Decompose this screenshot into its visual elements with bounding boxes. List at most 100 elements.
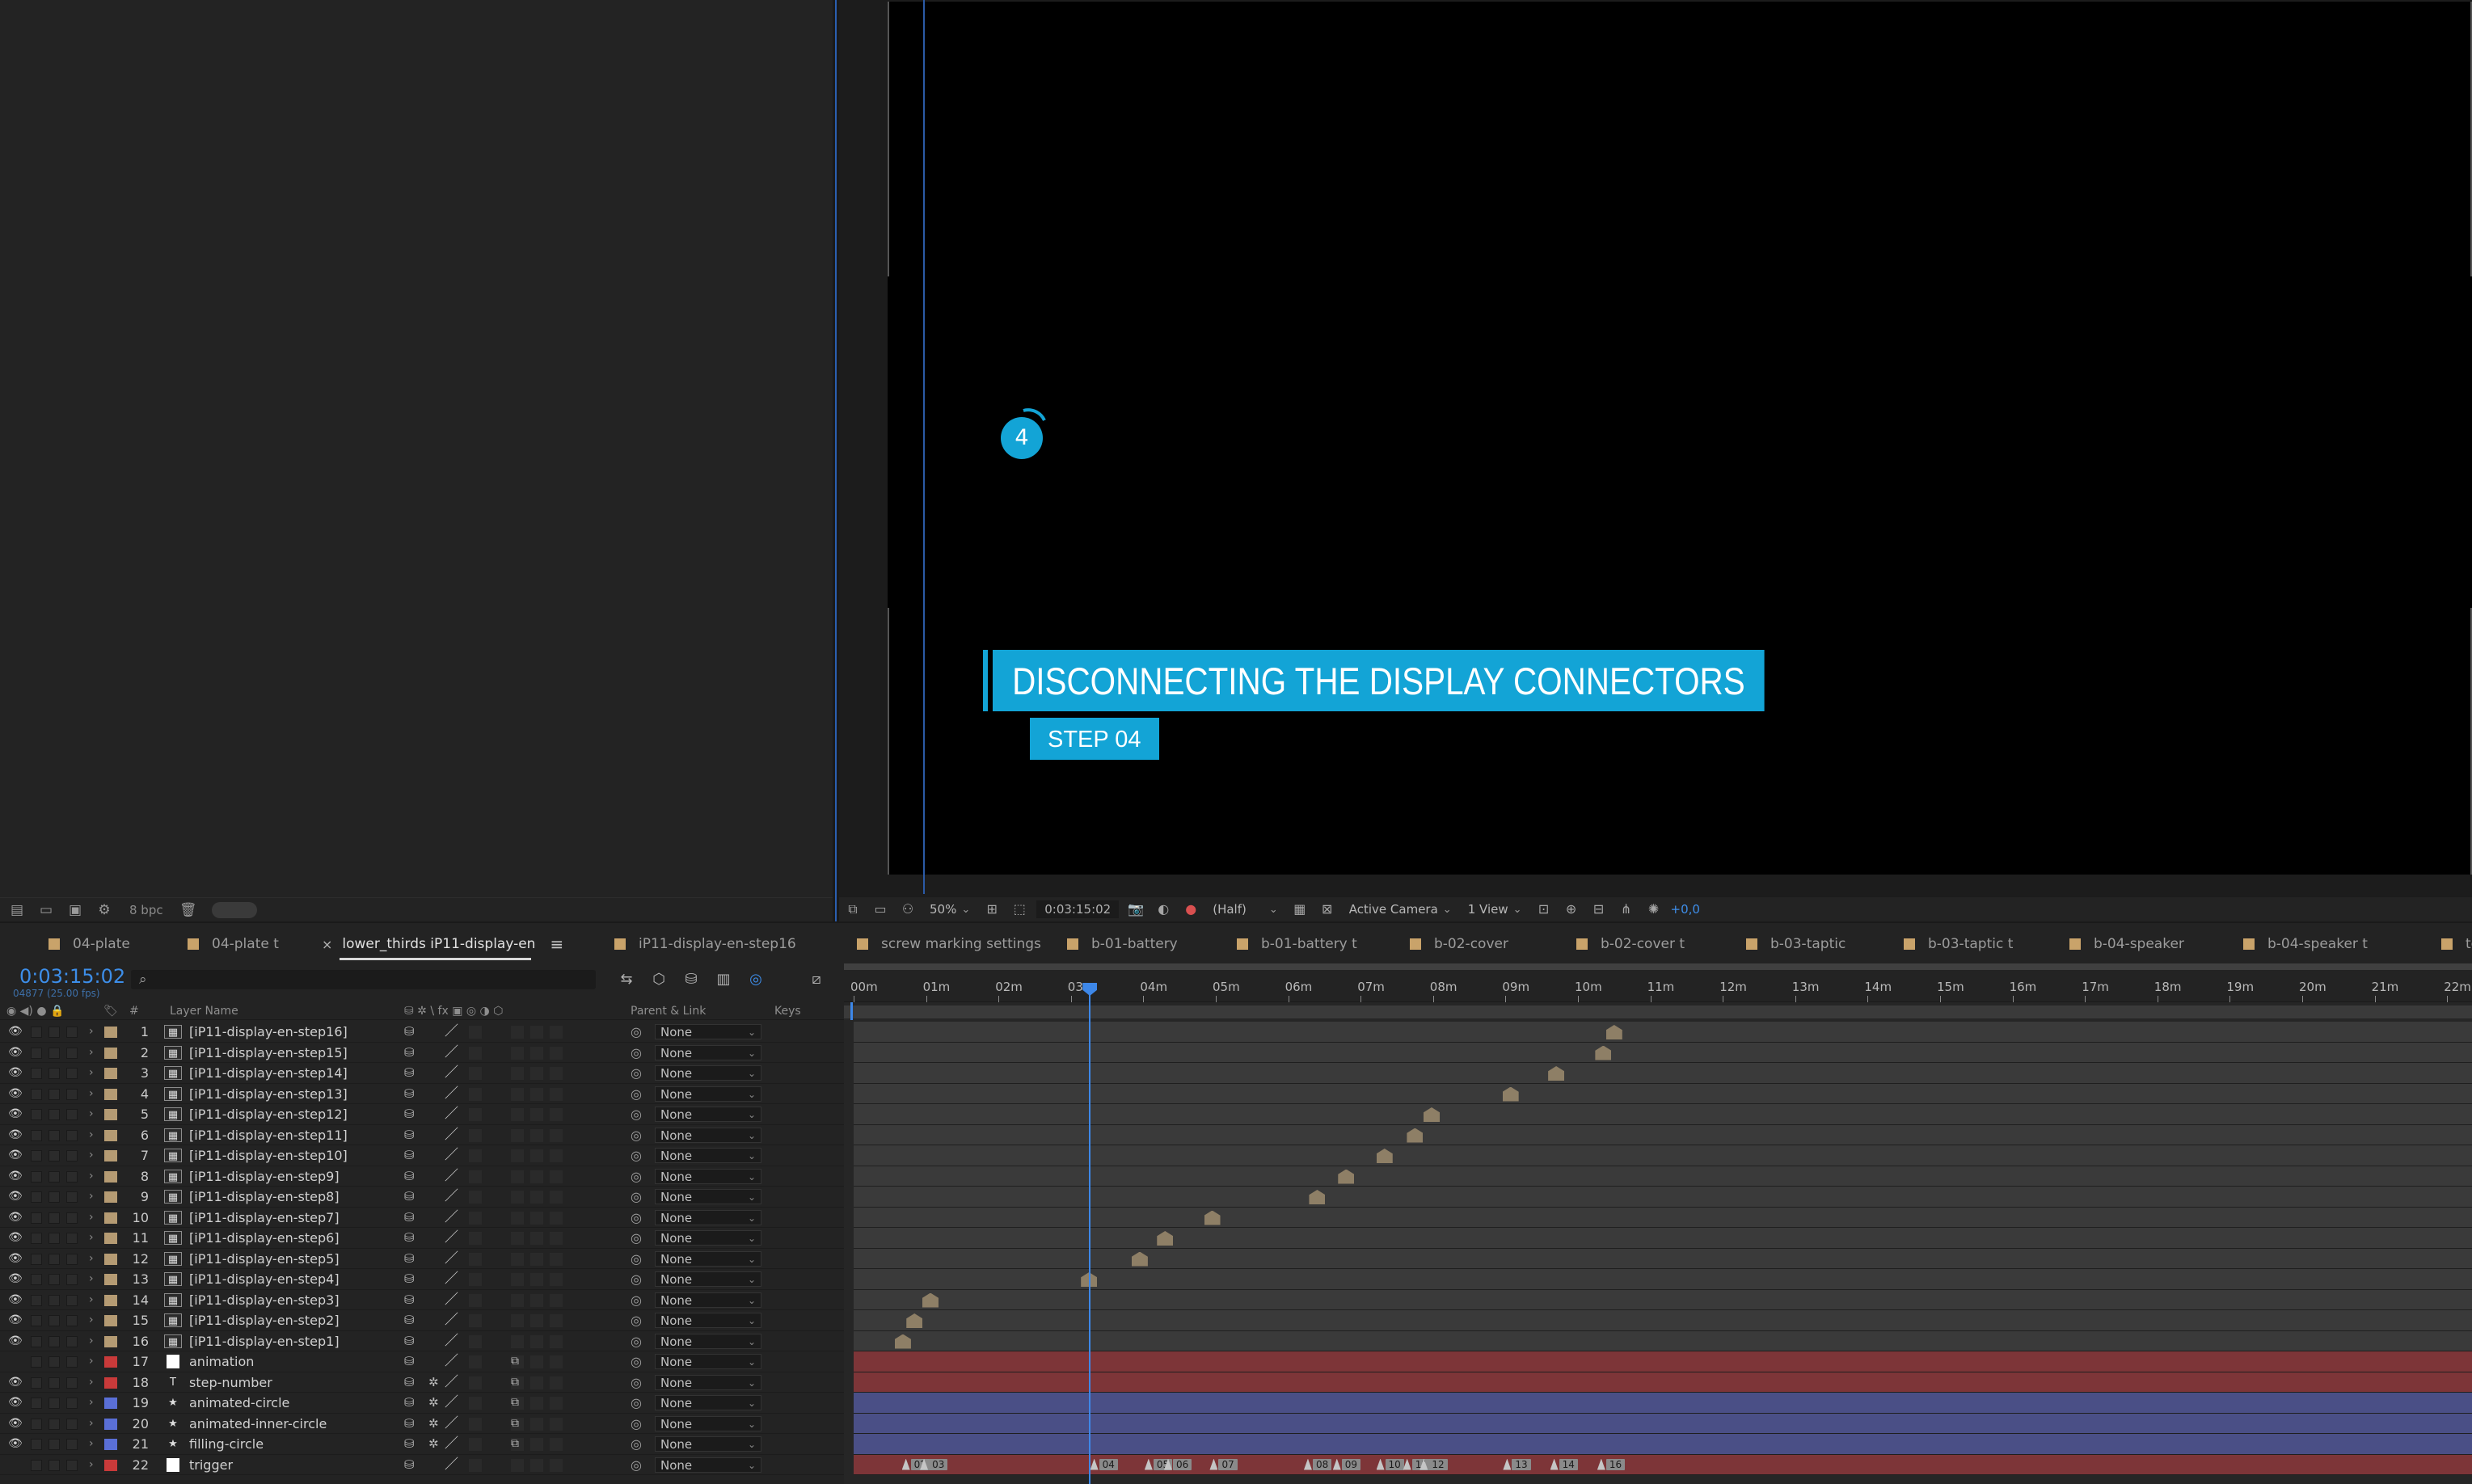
view-layout-dropdown[interactable]: 1 View ⌄ (1463, 900, 1527, 918)
monitor-icon[interactable]: ▭ (870, 900, 891, 918)
tab-b-03-taptic[interactable]: b-03-taptic (1746, 923, 1846, 965)
layer-track[interactable] (854, 1372, 2472, 1393)
visibility-eye-icon[interactable]: 👁 (8, 1393, 23, 1413)
twirl-down-icon[interactable]: › (89, 1208, 94, 1228)
layer-row[interactable]: 👁 › 3 ▦ [iP11-display-en-step14] ⛁ ／ ◎ None ⌄ (0, 1063, 844, 1084)
switch-cell[interactable] (511, 1252, 524, 1266)
layer-row[interactable]: 👁 › 6 ▦ [iP11-display-en-step11] ⛁ ／ ◎ None ⌄ (0, 1125, 844, 1145)
switch-cell[interactable] (31, 1068, 42, 1079)
switch-cell[interactable] (469, 1273, 482, 1286)
layer-row[interactable]: 👁 › 1 ▦ [iP11-display-en-step16] ⛁ ／ ◎ None ⌄ (0, 1022, 844, 1043)
quality-icon[interactable]: ／ (445, 1249, 458, 1269)
label-color-chip[interactable] (104, 1439, 117, 1450)
parent-dropdown[interactable]: None ⌄ (655, 1395, 761, 1410)
switch-cell[interactable] (530, 1376, 543, 1389)
switch-cell[interactable] (66, 1315, 78, 1326)
visibility-eye-icon[interactable]: 👁 (8, 1166, 23, 1187)
switch-cell[interactable] (49, 1315, 60, 1326)
visibility-eye-icon[interactable]: 👁 (8, 1022, 23, 1042)
switch-cell[interactable] (49, 1398, 60, 1409)
switch-cell[interactable] (49, 1212, 60, 1224)
collapse-transform-icon[interactable]: ⛁ (404, 1063, 415, 1083)
column-layer-name[interactable]: Layer Name (170, 1005, 238, 1018)
switch-cell[interactable] (511, 1232, 524, 1245)
layer-track[interactable] (854, 1228, 2472, 1249)
twirl-down-icon[interactable]: › (89, 1125, 94, 1145)
snapshot-icon[interactable]: 📷 (1125, 900, 1146, 918)
parent-dropdown[interactable]: None ⌄ (655, 1107, 761, 1122)
switch-cell[interactable] (550, 1026, 563, 1039)
twirl-down-icon[interactable]: › (89, 1351, 94, 1372)
switch-cell[interactable] (469, 1128, 482, 1142)
switch-cell[interactable] (469, 1149, 482, 1162)
channel-icon[interactable]: ● (1180, 900, 1201, 918)
switch-cell[interactable] (66, 1170, 78, 1183)
twirl-down-icon[interactable]: › (89, 1310, 94, 1330)
switch-cell[interactable] (49, 1191, 60, 1203)
label-color-chip[interactable] (104, 1274, 117, 1285)
collapse-transform-icon[interactable]: ⛁ (404, 1228, 415, 1248)
trigger-marker[interactable]: 06 (1164, 1457, 1192, 1473)
parent-pickwhip-icon[interactable]: ◎ (631, 1372, 642, 1393)
interpret-footage-icon[interactable]: ▤ (6, 902, 27, 918)
collapse-transform-icon[interactable]: ⛁ (404, 1249, 415, 1269)
layer-marker[interactable] (1548, 1066, 1565, 1081)
visibility-eye-icon[interactable]: 👁 (8, 1249, 23, 1269)
switch-cell[interactable] (469, 1026, 482, 1039)
layer-name[interactable]: step-number (189, 1372, 272, 1393)
switch-cell[interactable] (469, 1211, 482, 1225)
switch-cell[interactable] (49, 1356, 60, 1368)
parent-dropdown[interactable]: None ⌄ (655, 1230, 761, 1246)
switch-cell[interactable] (550, 1252, 563, 1266)
switch-cell[interactable] (469, 1438, 482, 1451)
layer-track[interactable] (854, 1187, 2472, 1208)
label-color-chip[interactable] (104, 1294, 117, 1306)
twirl-down-icon[interactable]: › (89, 1022, 94, 1042)
layer-marker[interactable] (1376, 1149, 1393, 1163)
label-color-chip[interactable] (104, 1315, 117, 1326)
switch-cell[interactable] (66, 1356, 78, 1368)
switch-cell[interactable] (31, 1315, 42, 1326)
layer-track[interactable] (854, 1124, 2472, 1145)
layer-row[interactable]: 👁 › 9 ▦ [iP11-display-en-step8] ⛁ ／ ◎ None ⌄ (0, 1187, 844, 1208)
layer-row[interactable]: 👁 › 18 Tstep-number ⛁ ✲ ／ ⧉ ◎ None ⌄ (0, 1372, 844, 1393)
parent-dropdown[interactable]: None ⌄ (655, 1313, 761, 1328)
switch-cell[interactable] (469, 1397, 482, 1410)
trigger-marker[interactable]: 14 (1550, 1457, 1578, 1473)
switch-cell[interactable] (530, 1417, 543, 1431)
layer-track[interactable] (854, 1413, 2472, 1434)
visibility-eye-icon[interactable]: 👁 (8, 1125, 23, 1145)
layer-marker[interactable] (1309, 1190, 1326, 1204)
twirl-down-icon[interactable]: › (89, 1372, 94, 1393)
parent-dropdown[interactable]: None ⌄ (655, 1189, 761, 1204)
quality-icon[interactable]: ／ (445, 1063, 458, 1083)
switch-cell[interactable] (511, 1273, 524, 1286)
switch-cell[interactable] (511, 1334, 524, 1348)
visibility-eye-icon[interactable]: 👁 (8, 1228, 23, 1248)
playhead-line[interactable] (1089, 991, 1091, 1484)
switch-cell[interactable] (469, 1293, 482, 1307)
switch-cell[interactable] (530, 1232, 543, 1245)
label-color-chip[interactable] (104, 1047, 117, 1059)
tab-b-04-speaker[interactable]: b-04-speaker (2069, 923, 2184, 965)
switch-cell[interactable] (66, 1459, 78, 1471)
switch-cell[interactable] (530, 1128, 543, 1142)
switch-cell[interactable] (530, 1397, 543, 1410)
tab-04-plate[interactable]: 04-plate (49, 923, 130, 965)
show-snapshot-icon[interactable]: ◐ (1153, 900, 1174, 918)
collapse-transform-icon[interactable]: ⛁ (404, 1372, 415, 1393)
switch-cell[interactable] (550, 1211, 563, 1225)
tab-ip11-display-en-step16[interactable]: iP11-display-en-step16 (614, 923, 796, 965)
switch-cell[interactable] (66, 1191, 78, 1203)
switch-cell[interactable] (66, 1253, 78, 1265)
new-composition-icon[interactable]: ▣ (65, 902, 86, 918)
quality-icon[interactable]: ／ (445, 1228, 458, 1248)
quality-icon[interactable]: ／ (445, 1372, 458, 1393)
trigger-marker[interactable]: 10 (1376, 1457, 1404, 1473)
layer-row[interactable]: 👁 › 15 ▦ [iP11-display-en-step2] ⛁ ／ ◎ None ⌄ (0, 1310, 844, 1331)
switch-cell[interactable] (49, 1439, 60, 1450)
layer-row[interactable]: 👁 › 12 ▦ [iP11-display-en-step5] ⛁ ／ ◎ None ⌄ (0, 1249, 844, 1269)
label-color-chip[interactable] (104, 1170, 117, 1183)
collapse-transform-icon[interactable]: ⛁ (404, 1043, 415, 1063)
visibility-eye-icon[interactable]: 👁 (8, 1145, 23, 1166)
